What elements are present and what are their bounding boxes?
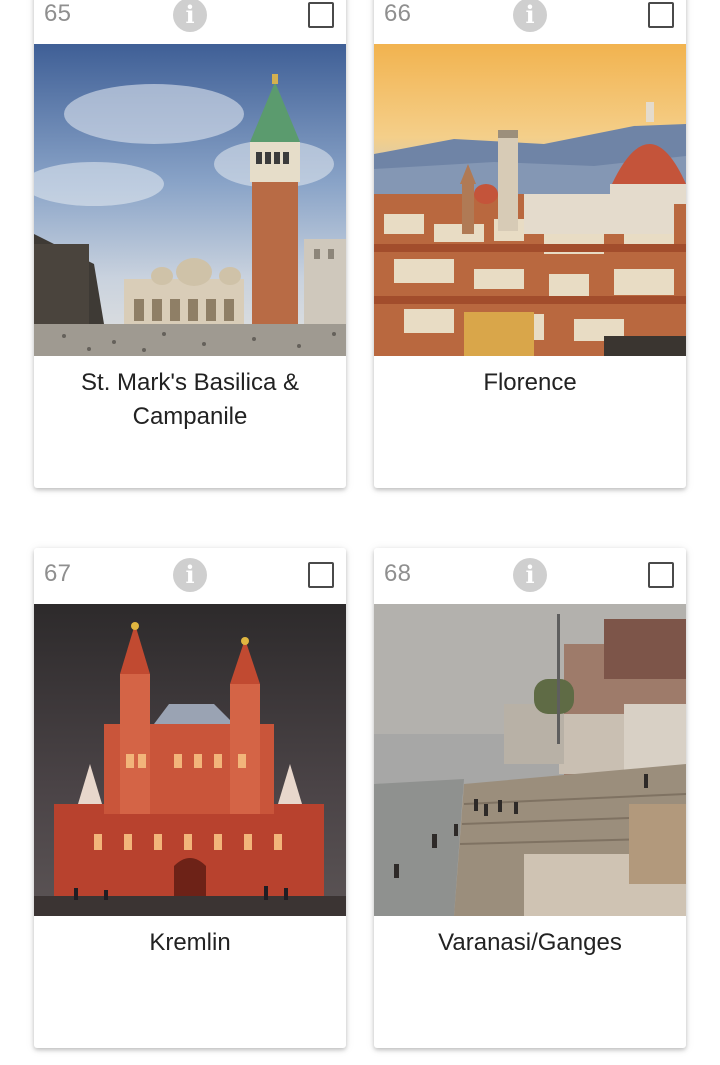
card-image[interactable]: [374, 604, 686, 916]
card-image[interactable]: [34, 44, 346, 356]
card-image[interactable]: [374, 44, 686, 356]
select-checkbox[interactable]: [648, 562, 674, 588]
card-number: 66: [384, 0, 412, 27]
select-checkbox[interactable]: [308, 562, 334, 588]
card-number: 67: [44, 560, 72, 587]
card-header: 65 i: [34, 0, 346, 44]
card-title: St. Mark's Basilica & Campanile: [81, 369, 299, 430]
card-title: Varanasi/Ganges: [438, 929, 622, 956]
info-icon[interactable]: i: [513, 558, 547, 592]
select-checkbox[interactable]: [648, 2, 674, 28]
card-header: 68 i: [374, 548, 686, 604]
card-66[interactable]: 66 i Florence: [374, 0, 686, 488]
card-title: Kremlin: [149, 929, 231, 956]
card-number: 68: [384, 560, 412, 587]
info-icon[interactable]: i: [513, 0, 547, 32]
card-header: 66 i: [374, 0, 686, 44]
info-icon[interactable]: i: [173, 558, 207, 592]
select-checkbox[interactable]: [308, 2, 334, 28]
card-68[interactable]: 68 i Varanasi/Ganges: [374, 548, 686, 1048]
card-title: Florence: [483, 369, 577, 396]
card-number: 65: [44, 0, 72, 27]
card-65[interactable]: 65 i St. Mark's Basilica & Campanile: [34, 0, 346, 488]
card-67[interactable]: 67 i Kremlin: [34, 548, 346, 1048]
card-image[interactable]: [34, 604, 346, 916]
info-icon[interactable]: i: [173, 0, 207, 32]
card-header: 67 i: [34, 548, 346, 604]
